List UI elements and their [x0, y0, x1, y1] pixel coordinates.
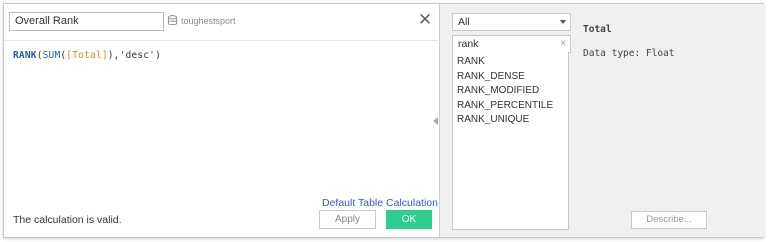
function-list-item[interactable]: RANK_MODIFIED — [453, 84, 568, 99]
close-icon[interactable]: ✕ — [416, 11, 434, 29]
validation-status: The calculation is valid. — [13, 214, 122, 226]
collapse-panel-icon[interactable] — [433, 117, 438, 125]
function-category-value: All — [458, 16, 470, 28]
calculation-editor-pane: Overall Rank toughestsport ✕ RANK(SUM([T… — [4, 4, 438, 237]
function-list-item[interactable]: RANK_UNIQUE — [453, 113, 568, 128]
formula-function: RANK — [13, 50, 37, 61]
header-divider — [4, 40, 438, 41]
function-reference-pane: All rank × RANK RANK_DENSE RANK_MODIFIED… — [439, 4, 764, 237]
function-search-value: rank — [458, 38, 479, 50]
datasource-badge: toughestsport — [167, 15, 236, 26]
formula-field-reference: [Total] — [66, 50, 108, 61]
describe-button[interactable]: Describe... — [631, 211, 707, 229]
function-list-item[interactable]: RANK_DENSE — [453, 70, 568, 85]
calculation-editor-dialog: Overall Rank toughestsport ✕ RANK(SUM([T… — [3, 3, 764, 238]
formula-editor[interactable]: RANK(SUM([Total]),'desc') — [13, 50, 161, 61]
ok-button[interactable]: OK — [386, 210, 432, 229]
formula-function: SUM — [42, 50, 61, 61]
function-search-input[interactable]: rank × — [452, 35, 571, 53]
field-info-title: Total — [583, 24, 612, 35]
clear-search-icon[interactable]: × — [560, 36, 566, 52]
formula-string-argument: 'desc' — [119, 50, 156, 61]
datasource-icon — [167, 15, 178, 25]
field-info-datatype: Data type: Float — [583, 48, 675, 59]
apply-button[interactable]: Apply — [319, 210, 376, 229]
datasource-name: toughestsport — [181, 15, 236, 26]
function-category-select[interactable]: All — [452, 13, 571, 31]
formula-separator: ), — [107, 50, 120, 61]
calculation-name-input[interactable]: Overall Rank — [9, 12, 164, 31]
function-list: RANK RANK_DENSE RANK_MODIFIED RANK_PERCE… — [452, 52, 569, 230]
default-table-calculation-link[interactable]: Default Table Calculation — [322, 197, 438, 209]
function-list-item[interactable]: RANK_PERCENTILE — [453, 99, 568, 114]
formula-paren: ) — [155, 50, 162, 61]
chevron-down-icon — [560, 20, 566, 24]
function-list-item[interactable]: RANK — [453, 55, 568, 70]
